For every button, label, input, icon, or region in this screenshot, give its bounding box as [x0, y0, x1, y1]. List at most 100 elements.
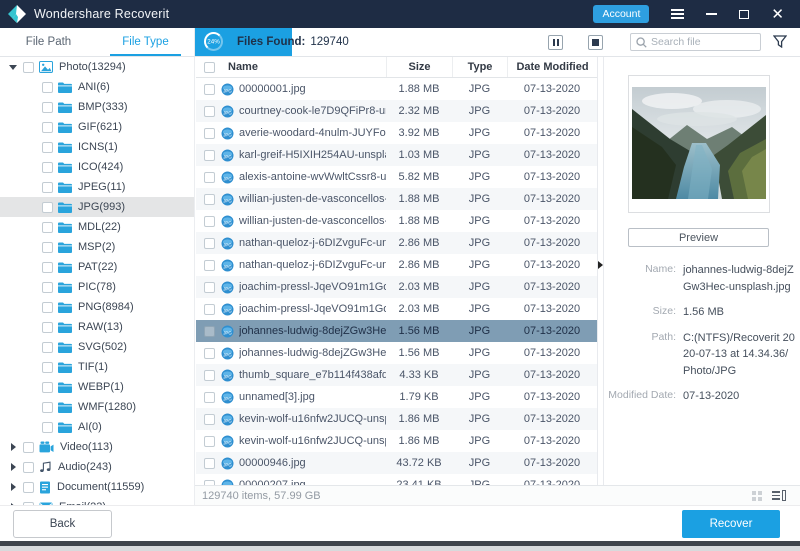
table-row[interactable]: JPG kevin-wolf-u16nfw2JUCQ-unsplash.jpg 1.…	[196, 430, 597, 452]
checkbox[interactable]	[204, 281, 215, 293]
checkbox[interactable]	[42, 381, 53, 393]
sidebar-item[interactable]: JPG(993)	[0, 197, 194, 217]
recover-button[interactable]: Recover	[682, 510, 780, 538]
checkbox[interactable]	[204, 435, 215, 447]
preview-button[interactable]: Preview	[628, 228, 769, 247]
sidebar-item[interactable]: MSP(2)	[0, 237, 194, 257]
sidebar-item[interactable]: WEBP(1)	[0, 377, 194, 397]
sidebar-item-email[interactable]: Email(23)	[0, 497, 194, 505]
sidebar-item[interactable]: TIF(1)	[0, 357, 194, 377]
checkbox[interactable]	[204, 215, 215, 227]
checkbox[interactable]	[204, 237, 215, 249]
table-row[interactable]: JPG kevin-wolf-u16nfw2JUCQ-unsplash.jpg 1.…	[196, 408, 597, 430]
checkbox[interactable]	[42, 361, 53, 373]
table-row[interactable]: JPG nathan-queloz-j-6DIZvguFc-unsplash...…	[196, 232, 597, 254]
tab-file-path[interactable]: File Path	[0, 28, 97, 56]
table-row[interactable]: JPG johannes-ludwig-8dejZGw3Hec-unsp... 1.…	[196, 320, 597, 342]
search-input[interactable]	[651, 36, 751, 48]
checkbox[interactable]	[204, 369, 215, 381]
checkbox[interactable]	[42, 141, 53, 153]
sidebar-item[interactable]: BMP(333)	[0, 97, 194, 117]
column-date-modified[interactable]: Date Modified	[507, 57, 597, 77]
sidebar-item[interactable]: ICNS(1)	[0, 137, 194, 157]
back-button[interactable]: Back	[13, 510, 112, 538]
sidebar-item[interactable]: ANI(6)	[0, 77, 194, 97]
checkbox[interactable]	[204, 413, 215, 425]
sidebar-item[interactable]: MDL(22)	[0, 217, 194, 237]
column-type[interactable]: Type	[452, 57, 507, 77]
checkbox[interactable]	[42, 301, 53, 313]
menu-icon[interactable]	[671, 9, 685, 19]
table-row[interactable]: JPG karl-greif-H5IXIH254AU-unsplash.jpg 1.…	[196, 144, 597, 166]
checkbox[interactable]	[42, 421, 53, 433]
chevron-down-icon[interactable]	[9, 63, 17, 71]
checkbox[interactable]	[204, 303, 215, 315]
checkbox[interactable]	[42, 181, 53, 193]
sidebar-item[interactable]: JPEG(11)	[0, 177, 194, 197]
table-row[interactable]: JPG 00000946.jpg 43.72 KB JPG 07-13-2020	[196, 452, 597, 474]
table-row[interactable]: JPG joachim-pressl-JqeVO91m1Go-unspl... 2.…	[196, 298, 597, 320]
account-button[interactable]: Account	[593, 5, 650, 23]
checkbox[interactable]	[204, 83, 215, 95]
sidebar-item[interactable]: RAW(13)	[0, 317, 194, 337]
chevron-right-icon[interactable]	[9, 443, 17, 451]
checkbox[interactable]	[42, 241, 53, 253]
checkbox[interactable]	[42, 121, 53, 133]
column-name[interactable]: Name	[228, 61, 258, 73]
checkbox[interactable]	[42, 161, 53, 173]
table-row[interactable]: JPG00000207.jpg23.41 KBJPG07-13-2020	[196, 474, 597, 485]
column-size[interactable]: Size	[386, 57, 452, 77]
filter-icon[interactable]	[773, 35, 787, 48]
checkbox[interactable]	[42, 281, 53, 293]
maximize-icon[interactable]	[739, 9, 750, 19]
checkbox[interactable]	[42, 221, 53, 233]
checkbox[interactable]	[42, 261, 53, 273]
checkbox[interactable]	[204, 325, 215, 337]
checkbox[interactable]	[204, 105, 215, 117]
table-row[interactable]: JPG nathan-queloz-j-6DIZvguFc-unsplash...…	[196, 254, 597, 276]
sidebar-item[interactable]: PNG(8984)	[0, 297, 194, 317]
close-icon[interactable]: ✕	[771, 6, 784, 22]
sidebar-item[interactable]: WMF(1280)	[0, 397, 194, 417]
sidebar-item-photo[interactable]: Photo(13294)	[0, 57, 194, 77]
sidebar-item[interactable]: AI(0)	[0, 417, 194, 437]
sidebar-item-video[interactable]: Video(113)	[0, 437, 194, 457]
checkbox[interactable]	[23, 441, 34, 453]
chevron-right-icon[interactable]	[9, 483, 17, 491]
sidebar-item[interactable]: PIC(78)	[0, 277, 194, 297]
table-row[interactable]: JPG joachim-pressl-JqeVO91m1Go-unspl... 2.…	[196, 276, 597, 298]
grid-view-icon[interactable]	[752, 490, 762, 501]
table-row[interactable]: JPG johannes-ludwig-8dejZGw3Hec-unsp... 1.…	[196, 342, 597, 364]
table-row[interactable]: JPG alexis-antoine-wvWwltCssr8-unsplas...…	[196, 166, 597, 188]
checkbox[interactable]	[204, 457, 215, 469]
checkbox[interactable]	[204, 391, 215, 403]
select-all-checkbox[interactable]	[204, 61, 215, 73]
checkbox[interactable]	[204, 347, 215, 359]
table-row[interactable]: JPG unnamed[3].jpg 1.79 KB JPG 07-13-2020	[196, 386, 597, 408]
pause-scan-button[interactable]	[548, 35, 563, 50]
checkbox[interactable]	[23, 61, 34, 73]
checkbox[interactable]	[42, 341, 53, 353]
checkbox[interactable]	[204, 171, 215, 183]
checkbox[interactable]	[42, 321, 53, 333]
minimize-icon[interactable]	[706, 13, 718, 15]
table-row[interactable]: JPG 00000001.jpg 1.88 MB JPG 07-13-2020	[196, 78, 597, 100]
search-box[interactable]	[630, 33, 761, 51]
checkbox[interactable]	[204, 127, 215, 139]
sidebar-item[interactable]: PAT(22)	[0, 257, 194, 277]
sidebar-item[interactable]: GIF(621)	[0, 117, 194, 137]
checkbox[interactable]	[42, 201, 53, 213]
checkbox[interactable]	[23, 481, 34, 493]
table-row[interactable]: JPG courtney-cook-le7D9QFiPr8-unsplas... 2…	[196, 100, 597, 122]
chevron-right-icon[interactable]	[9, 463, 17, 471]
tab-file-type[interactable]: File Type	[97, 28, 194, 56]
checkbox[interactable]	[42, 101, 53, 113]
sidebar-item[interactable]: SVG(502)	[0, 337, 194, 357]
checkbox[interactable]	[204, 193, 215, 205]
checkbox[interactable]	[42, 401, 53, 413]
checkbox[interactable]	[204, 149, 215, 161]
table-row[interactable]: JPG willian-justen-de-vasconcellos-6SGa..…	[196, 210, 597, 232]
collapse-panel-icon[interactable]	[598, 261, 603, 269]
table-row[interactable]: JPG averie-woodard-4nulm-JUYFo-unspla... 3…	[196, 122, 597, 144]
sidebar-item-audio[interactable]: Audio(243)	[0, 457, 194, 477]
